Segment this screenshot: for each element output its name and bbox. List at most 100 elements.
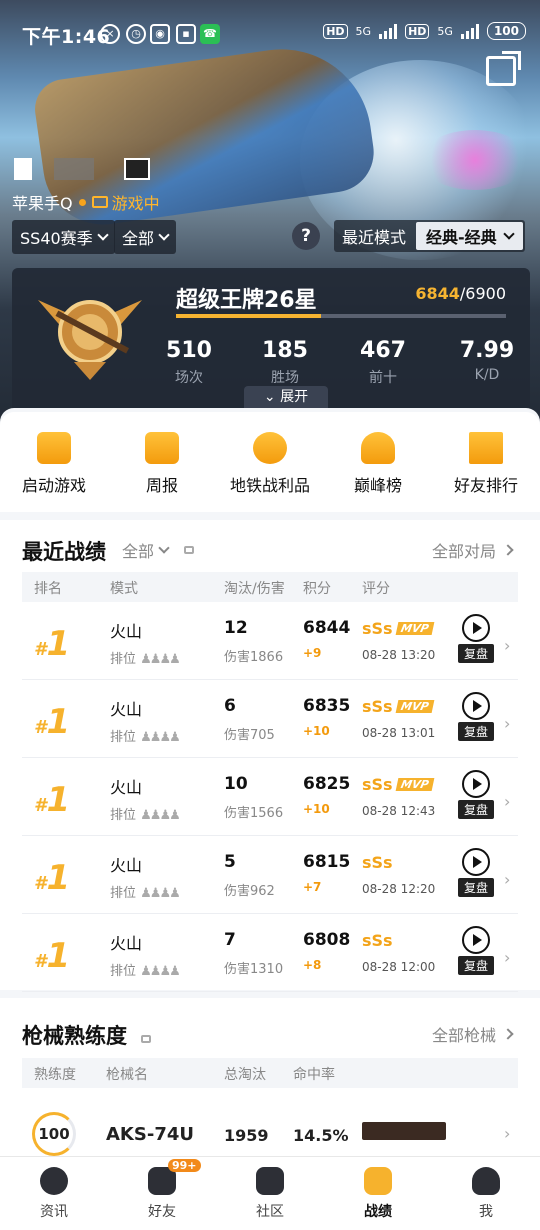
- match-map: 火山排位 ♟♟♟♟: [110, 774, 181, 823]
- table-row[interactable]: #1 火山 排位 ♟♟♟♟ 5 伤害962 6815 +7 sSs 08-28 12:20 复盘 ›: [22, 836, 518, 914]
- replay-button[interactable]: 复盘: [458, 692, 494, 741]
- replay-button[interactable]: 复盘: [458, 926, 494, 975]
- match-date: 08-28 12:20: [362, 882, 436, 896]
- chevron-right-icon: ›: [504, 792, 511, 811]
- quick-weekly-report[interactable]: 周报: [110, 432, 215, 496]
- help-icon[interactable]: ?: [292, 222, 320, 250]
- hd-icon: HD: [323, 23, 348, 39]
- col-rank: 排名: [34, 581, 62, 597]
- network-5g-icon-2: 5G: [437, 24, 453, 38]
- share-icon[interactable]: [486, 51, 521, 86]
- game-app-icon: ▪: [176, 24, 196, 44]
- replay-label: 复盘: [458, 722, 494, 741]
- quick-peak-board[interactable]: 巅峰榜: [326, 432, 431, 496]
- helmet-icon: [472, 1167, 500, 1195]
- mastery-ring: 100: [32, 1112, 76, 1156]
- tab-records[interactable]: 战绩: [324, 1157, 432, 1230]
- mode-select[interactable]: 经典-经典: [416, 222, 523, 250]
- play-icon: [462, 614, 490, 642]
- match-map: 火山 排位 ♟♟♟♟: [110, 930, 181, 979]
- rank-points: 6844/6900: [415, 284, 506, 303]
- grade-value: sSs: [362, 775, 393, 794]
- all-weapons-link[interactable]: 全部枪械: [432, 1022, 514, 1046]
- rank-number: #1: [34, 936, 71, 976]
- table-row[interactable]: #1 火山 排位 ♟♟♟♟ 7 伤害1310 6808 +8 sSs 08-28 12:00 复盘…: [22, 914, 518, 992]
- trophy-icon: [361, 432, 395, 464]
- quick-label: 周报: [145, 476, 178, 495]
- weapon-title: 枪械熟练度: [22, 1024, 127, 1048]
- table-row[interactable]: #1 火山 排位 ♟♟♟♟ 12 伤害1866 6844 +9 sSs MVP 08-28 13:…: [22, 602, 518, 680]
- table-row[interactable]: #1 火山 排位 ♟♟♟♟ 10 伤害1566 6825 +10 sSs MVP 08-28 12…: [22, 758, 518, 836]
- map-name: 火山: [110, 778, 143, 797]
- replay-label: 复盘: [458, 956, 494, 975]
- match-grade: sSs MVP: [362, 775, 434, 794]
- match-score: 6815: [303, 852, 351, 872]
- calendar-icon: [145, 432, 179, 464]
- stat-value: 467: [360, 338, 406, 363]
- tab-friends[interactable]: 99+ 好友: [108, 1157, 216, 1230]
- signal-icon-2: [460, 23, 479, 39]
- quick-metro-loot[interactable]: 地铁战利品: [218, 432, 323, 496]
- match-map: 火山 排位 ♟♟♟♟: [110, 852, 181, 901]
- all-matches-link[interactable]: 全部对局: [432, 538, 514, 562]
- kills-value: 10: [224, 774, 248, 794]
- stat-label: 胜场: [271, 370, 299, 386]
- col-score: 积分: [303, 581, 331, 597]
- season-select[interactable]: SS40赛季: [12, 220, 115, 254]
- weapon-row[interactable]: 100 AKS-74U 1959 14.5% ›: [22, 1110, 518, 1160]
- avatar[interactable]: [14, 158, 152, 184]
- chevron-right-icon: ›: [504, 636, 511, 655]
- rank-points-current: 6844: [415, 284, 460, 303]
- chevron-right-icon: ›: [504, 870, 511, 889]
- recent-matches-section: 最近战绩 全部 全部对局 排名 模式 淘汰/伤害 积分 评分 #1 火山 排位 ♟♟…: [0, 520, 540, 992]
- replay-button[interactable]: 复盘: [458, 770, 494, 819]
- rank-number: #1: [34, 624, 71, 664]
- replay-label: 复盘: [458, 878, 494, 897]
- col-mastery: 熟练度: [34, 1067, 76, 1083]
- match-grade: sSs: [362, 853, 393, 872]
- lightning-icon: [37, 432, 71, 464]
- squad-icon: ♟♟♟♟: [140, 964, 181, 979]
- tab-community[interactable]: 社区: [216, 1157, 324, 1230]
- replay-button[interactable]: 复盘: [458, 848, 494, 897]
- stat-value: 185: [262, 338, 308, 363]
- quick-friend-rank[interactable]: 好友排行: [434, 432, 539, 496]
- quick-launch-game[interactable]: 启动游戏: [2, 432, 107, 496]
- mvp-badge: MVP: [395, 700, 434, 713]
- mvp-badge: MVP: [395, 622, 434, 635]
- online-dot-icon: [78, 198, 86, 206]
- records-icon: [364, 1167, 392, 1195]
- match-filter[interactable]: 全部: [122, 538, 195, 562]
- col-total-kills: 总淘汰: [224, 1067, 266, 1083]
- phone-icon: ☎: [200, 24, 220, 44]
- weapon-table-header: 熟练度 枪械名 总淘汰 命中率: [22, 1058, 518, 1088]
- match-date: 08-28 13:20: [362, 648, 436, 662]
- match-type: 排位 ♟♟♟♟: [110, 652, 181, 667]
- tab-me[interactable]: 我: [432, 1157, 540, 1230]
- replay-button[interactable]: 复盘: [458, 614, 494, 663]
- weapon-accuracy: 14.5%: [293, 1126, 349, 1145]
- stat-value: 7.99: [459, 338, 515, 363]
- grade-value: sSs: [362, 931, 393, 950]
- section-title: 最近战绩: [22, 540, 106, 564]
- score-delta: +10: [303, 802, 330, 816]
- chevron-down-icon: [158, 229, 170, 241]
- scope-select[interactable]: 全部: [114, 220, 177, 254]
- rank-card: 超级王牌26星 6844/6900 510 场次 185 胜场 467 前十 7.99…: [12, 268, 530, 418]
- table-row[interactable]: #1 火山 排位 ♟♟♟♟ 6 伤害705 6835 +10 sSs MVP 08-28 13:0…: [22, 680, 518, 758]
- rank-title: 超级王牌26星: [176, 288, 317, 313]
- chevron-down-icon: [158, 542, 170, 554]
- expand-button[interactable]: ⌄ 展开: [244, 386, 328, 408]
- quick-actions: 启动游戏 周报 地铁战利品 巅峰榜 好友排行: [0, 412, 540, 512]
- col-accuracy: 命中率: [293, 1067, 335, 1083]
- match-date: 08-28 12:43: [362, 804, 436, 818]
- match-grade: sSs: [362, 931, 393, 950]
- rank-number: #1: [34, 702, 71, 742]
- rank-progress-bar: [176, 314, 506, 318]
- grade-value: sSs: [362, 853, 393, 872]
- match-type: 排位 ♟♟♟♟: [110, 730, 181, 745]
- community-icon: [256, 1167, 284, 1195]
- tab-news[interactable]: 资讯: [0, 1157, 108, 1230]
- match-type: 排位 ♟♟♟♟: [110, 808, 181, 823]
- col-grade: 评分: [362, 581, 390, 597]
